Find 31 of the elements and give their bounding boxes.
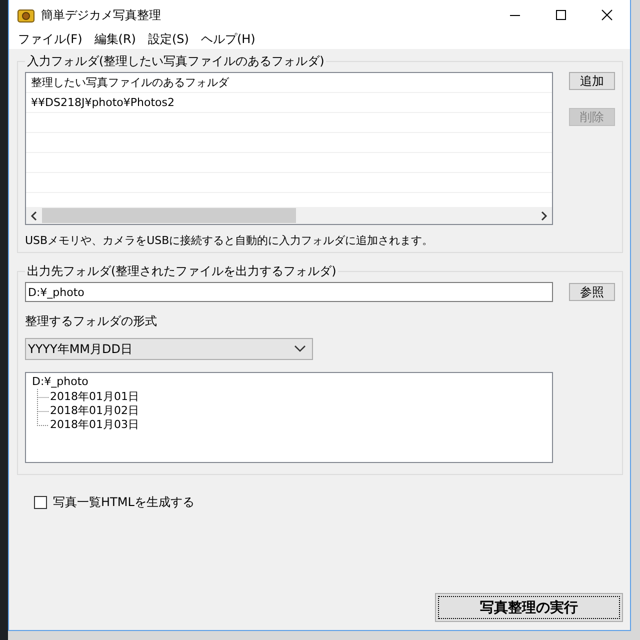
checkbox-label: 写真一覧HTMLを生成する xyxy=(53,494,194,511)
output-folder-field[interactable]: D:¥_photo xyxy=(25,282,553,302)
tree-item[interactable]: 2018年01月01日 xyxy=(50,388,139,404)
camera-icon xyxy=(17,7,35,23)
checkbox[interactable] xyxy=(34,496,47,509)
add-button[interactable]: 追加 xyxy=(569,72,615,90)
folder-list[interactable]: 整理したい写真ファイルのあるフォルダ ¥¥DS218J¥photo¥Photos2 xyxy=(25,72,553,225)
window-title: 簡単デジカメ写真整理 xyxy=(41,6,162,24)
group-title: 出力先フォルダ(整理されたファイルを出力するフォルダ) xyxy=(26,263,338,280)
hint-text: USBメモリや、カメラをUSBに接続すると自動的に入力フォルダに追加されます。 xyxy=(25,233,434,248)
format-label: 整理するフォルダの形式 xyxy=(25,313,158,330)
menu-item[interactable]: ヘルプ(H) xyxy=(194,31,262,48)
group-title: 入力フォルダ(整理したい写真ファイルのあるフォルダ) xyxy=(26,53,326,70)
chevron-down-icon xyxy=(294,345,306,353)
list-row[interactable]: ¥¥DS218J¥photo¥Photos2 xyxy=(26,93,552,113)
maximize-icon xyxy=(555,9,567,21)
horizontal-scrollbar[interactable] xyxy=(26,207,552,224)
menu-item[interactable]: 設定(S) xyxy=(142,31,195,48)
menu-item[interactable]: 編集(R) xyxy=(88,31,142,48)
list-row[interactable]: 整理したい写真ファイルのあるフォルダ xyxy=(26,73,552,93)
run-button[interactable]: 写真整理の実行 xyxy=(435,593,623,622)
tree-item[interactable]: D:¥_photo xyxy=(32,375,552,389)
tree-connector-icon xyxy=(36,403,50,417)
close-icon xyxy=(601,9,613,21)
menu-item[interactable]: ファイル(F) xyxy=(12,31,88,48)
tree-connector-icon xyxy=(36,389,50,403)
scroll-thumb[interactable] xyxy=(42,208,296,223)
tree-item[interactable]: 2018年01月02日 xyxy=(50,402,139,418)
browse-button[interactable]: 参照 xyxy=(569,283,615,301)
format-dropdown[interactable]: YYYY年MM月DD日 xyxy=(25,338,313,360)
tree-item[interactable]: 2018年01月03日 xyxy=(50,416,139,432)
